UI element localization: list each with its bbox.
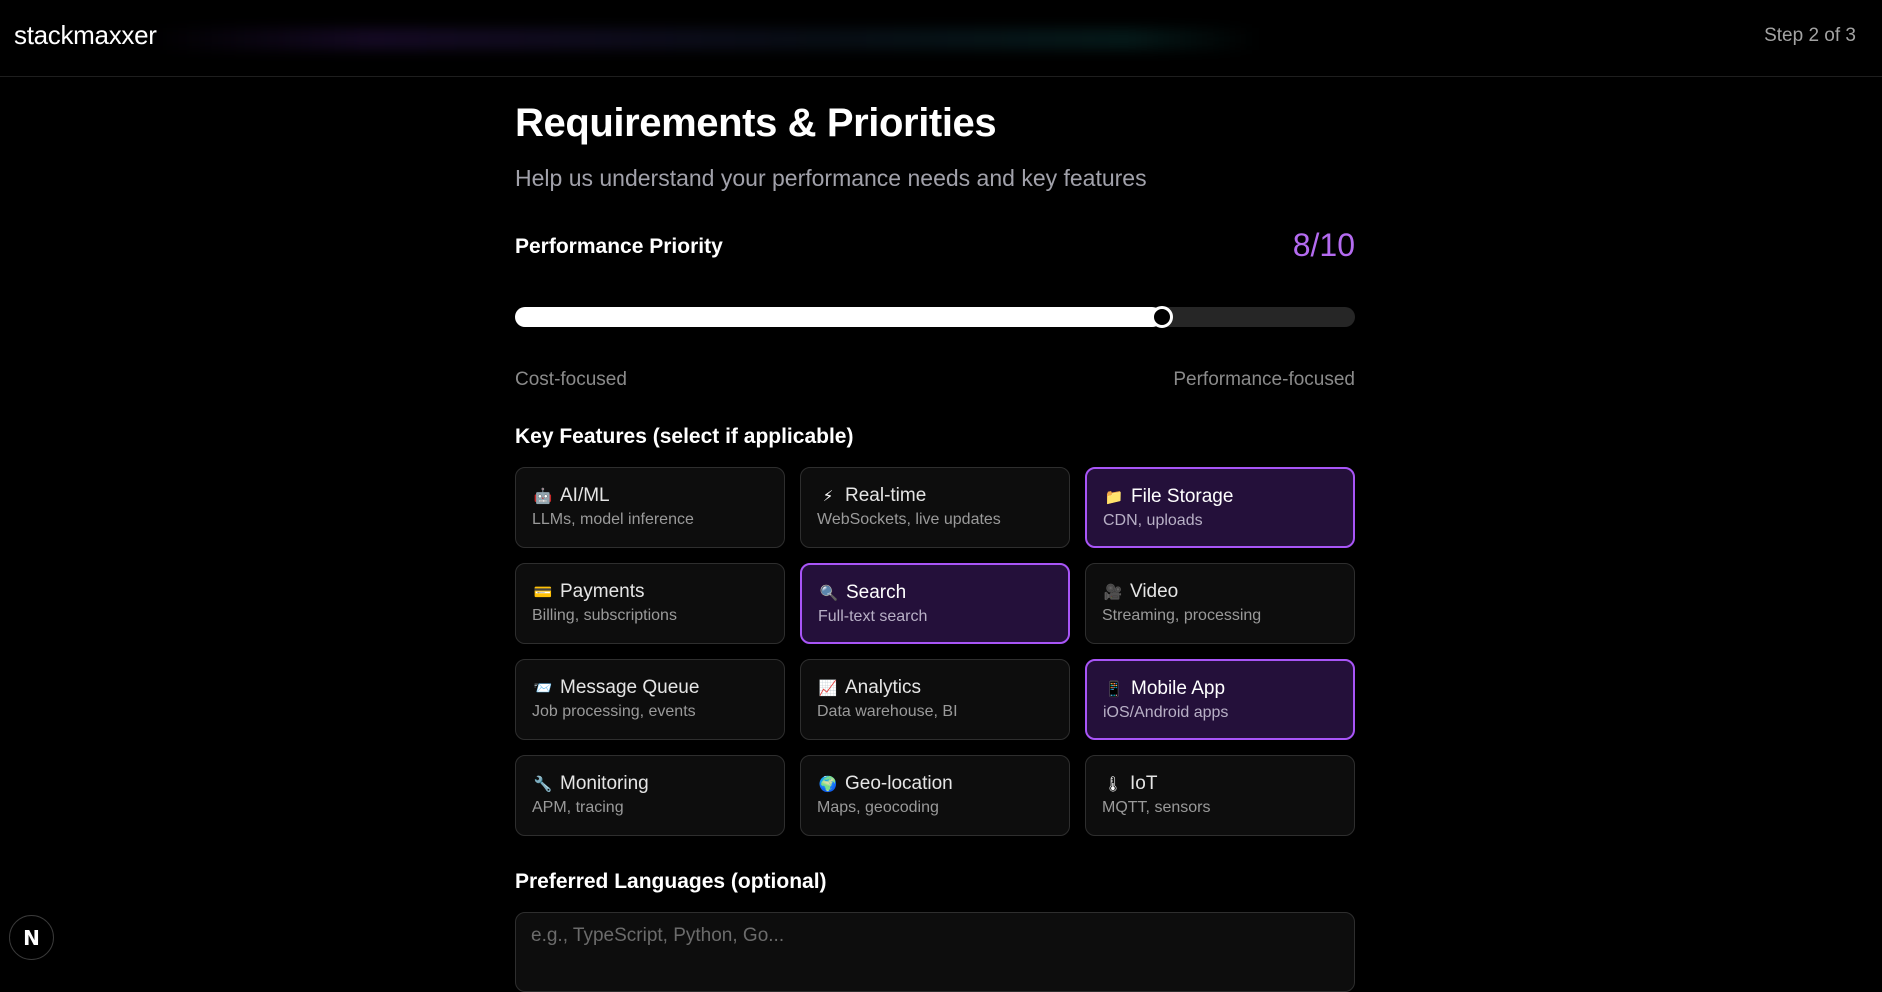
- step-indicator: Step 2 of 3: [1764, 25, 1856, 46]
- chart-icon: 📈: [818, 679, 838, 697]
- feature-grid: 🤖 AI/ML LLMs, model inference ⚡ Real-time Web…: [515, 467, 1355, 836]
- slider-max-label: Performance-focused: [1173, 369, 1355, 390]
- page-title: Requirements & Priorities: [515, 101, 997, 145]
- feature-card-mobile-app[interactable]: 📱 Mobile App iOS/Android apps: [1085, 659, 1355, 740]
- feature-card-real-time[interactable]: ⚡ Real-time WebSockets, live updates: [800, 467, 1070, 548]
- feature-card-analytics[interactable]: 📈 Analytics Data warehouse, BI: [800, 659, 1070, 740]
- feature-card-header: ⚡ Real-time: [817, 484, 1053, 508]
- feature-card-header: 🌡 IoT: [1102, 772, 1338, 796]
- feature-card-description: Maps, geocoding: [817, 799, 939, 816]
- feature-card-title: AI/ML: [560, 485, 610, 506]
- feature-card-header: 🎥 Video: [1102, 580, 1338, 604]
- video-camera-icon: 🎥: [1103, 583, 1123, 601]
- mailbox-icon: 📨: [533, 679, 553, 697]
- feature-card-title: Payments: [560, 581, 645, 602]
- feature-card-description: MQTT, sensors: [1102, 799, 1211, 816]
- feature-card-title: IoT: [1130, 773, 1158, 794]
- feature-card-description: Data warehouse, BI: [817, 703, 958, 720]
- feature-card-description: LLMs, model inference: [532, 511, 694, 528]
- feature-card-header: 📱 Mobile App: [1103, 677, 1337, 701]
- performance-priority-value: 8/10: [1292, 227, 1355, 263]
- performance-slider-thumb[interactable]: [1150, 306, 1173, 328]
- top-bar: stackmaxxer Step 2 of 3: [0, 0, 1882, 77]
- feature-card-description: WebSockets, live updates: [817, 511, 1001, 528]
- performance-slider[interactable]: [515, 306, 1355, 328]
- thermometer-icon: 🌡: [1103, 775, 1123, 793]
- feature-card-description: iOS/Android apps: [1103, 704, 1229, 721]
- feature-card-header: 🌍 Geo-location: [817, 772, 1053, 796]
- credit-card-icon: 💳: [533, 583, 553, 601]
- feature-card-payments[interactable]: 💳 Payments Billing, subscriptions: [515, 563, 785, 644]
- brand-logo[interactable]: stackmaxxer: [14, 20, 157, 51]
- languages-label: Preferred Languages (optional): [515, 870, 827, 893]
- key-features-label: Key Features (select if applicable): [515, 425, 854, 448]
- feature-card-title: Mobile App: [1131, 678, 1226, 699]
- feature-card-video[interactable]: 🎥 Video Streaming, processing: [1085, 563, 1355, 644]
- slider-min-label: Cost-focused: [515, 369, 627, 390]
- feature-card-header: 🔧 Monitoring: [532, 772, 768, 796]
- feature-card-description: Full-text search: [818, 608, 928, 625]
- feature-card-description: CDN, uploads: [1103, 512, 1203, 529]
- feature-card-description: Job processing, events: [532, 703, 696, 720]
- wrench-icon: 🔧: [533, 775, 553, 793]
- feature-card-ai-ml[interactable]: 🤖 AI/ML LLMs, model inference: [515, 467, 785, 548]
- feature-card-title: Message Queue: [560, 677, 700, 698]
- feature-card-title: Video: [1130, 581, 1179, 602]
- globe-icon: 🌍: [818, 775, 838, 793]
- feature-card-message-queue[interactable]: 📨 Message Queue Job processing, events: [515, 659, 785, 740]
- feature-card-title: Search: [846, 582, 907, 603]
- phone-icon: 📱: [1104, 680, 1124, 698]
- feature-card-title: Real-time: [845, 485, 927, 506]
- page-subtitle: Help us understand your performance need…: [515, 165, 1147, 191]
- feature-card-file-storage[interactable]: 📁 File Storage CDN, uploads: [1085, 467, 1355, 548]
- feature-card-header: 📈 Analytics: [817, 676, 1053, 700]
- feature-card-monitoring[interactable]: 🔧 Monitoring APM, tracing: [515, 755, 785, 836]
- feature-card-header: 📁 File Storage: [1103, 485, 1337, 509]
- feature-card-search[interactable]: 🔍 Search Full-text search: [800, 563, 1070, 644]
- performance-priority-label: Performance Priority: [515, 235, 723, 258]
- feature-card-header: 🤖 AI/ML: [532, 484, 768, 508]
- feature-card-description: APM, tracing: [532, 799, 624, 816]
- magnifier-icon: 🔍: [819, 584, 839, 602]
- lightning-icon: ⚡: [822, 487, 834, 505]
- feature-card-header: 📨 Message Queue: [532, 676, 768, 700]
- languages-input[interactable]: [515, 912, 1355, 992]
- feature-card-iot[interactable]: 🌡 IoT MQTT, sensors: [1085, 755, 1355, 836]
- folder-icon: 📁: [1104, 488, 1124, 506]
- feature-card-title: File Storage: [1131, 486, 1234, 507]
- nextjs-logo-icon[interactable]: N: [9, 915, 54, 960]
- feature-card-description: Billing, subscriptions: [532, 607, 677, 624]
- feature-card-title: Analytics: [845, 677, 922, 698]
- feature-card-header: 💳 Payments: [532, 580, 768, 604]
- feature-card-header: 🔍 Search: [818, 581, 1052, 605]
- feature-card-description: Streaming, processing: [1102, 607, 1262, 624]
- feature-card-title: Geo-location: [845, 773, 953, 794]
- feature-card-title: Monitoring: [560, 773, 649, 794]
- feature-card-geo-location[interactable]: 🌍 Geo-location Maps, geocoding: [800, 755, 1070, 836]
- performance-slider-fill: [515, 307, 1162, 327]
- header-glow: [150, 28, 1260, 50]
- robot-icon: 🤖: [533, 487, 553, 505]
